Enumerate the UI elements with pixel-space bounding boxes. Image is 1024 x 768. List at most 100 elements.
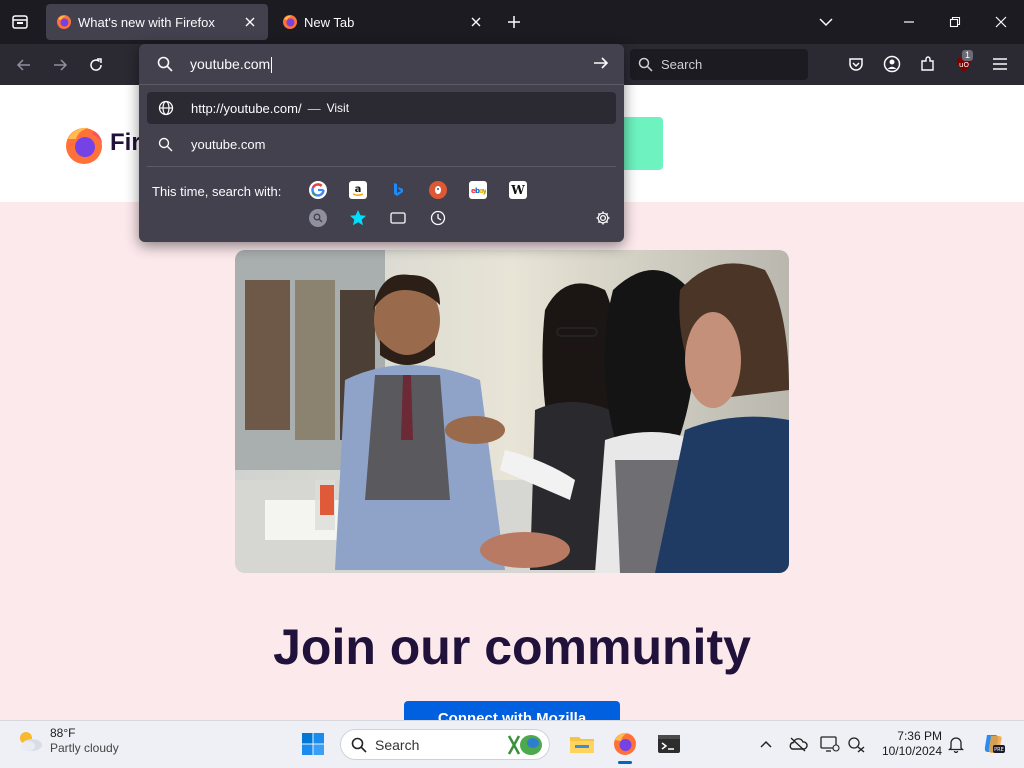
new-tab-button[interactable] [503,11,525,33]
firefox-view-button[interactable] [8,10,32,34]
show-hidden-icons-button[interactable] [756,734,776,754]
bell-icon [948,737,964,753]
result-separator: — [307,100,321,116]
back-arrow-icon [16,59,30,71]
network-disconnected-icon [848,737,865,753]
reload-icon [90,58,102,71]
firefox-favicon-icon [57,15,71,29]
bing-icon[interactable] [389,181,407,199]
firefox-logo-icon[interactable] [64,125,104,165]
search-engine-icon[interactable] [309,209,327,227]
search-icon [638,57,653,72]
back-button[interactable] [11,52,37,78]
close-window-button[interactable] [987,8,1015,36]
active-app-indicator [618,761,632,764]
reload-button[interactable] [83,52,109,78]
minimize-icon [904,21,914,23]
close-tab-icon[interactable] [466,12,486,32]
search-highlight-icon [507,735,542,755]
list-all-tabs-button[interactable] [812,8,840,36]
page-heading: Join our community [273,619,751,675]
extensions-button[interactable] [916,52,940,76]
go-arrow-icon[interactable] [593,55,609,71]
tab-title: New Tab [304,14,355,30]
search-icon [158,137,176,152]
forward-arrow-icon [54,59,68,71]
taskbar-clock[interactable]: 7:36 PM 10/10/2024 [876,729,942,759]
tab-title: What's new with Firefox [78,14,215,30]
notifications-button[interactable] [946,734,966,754]
wikipedia-icon[interactable]: W [509,181,527,199]
start-button[interactable] [300,731,326,757]
community-photo [235,250,789,573]
history-icon[interactable] [429,209,447,227]
terminal-button[interactable] [656,731,682,757]
chevron-down-icon [819,18,833,27]
divider [147,166,616,167]
network-button[interactable] [846,734,866,754]
monitor-icon [820,736,840,752]
copilot-icon: PRE [984,735,1005,753]
firefox-view-icon [12,15,28,29]
search-icon [157,56,173,72]
google-icon[interactable] [309,181,327,199]
forward-button[interactable] [47,52,73,78]
address-bar[interactable]: youtube.com [139,44,624,84]
one-off-search-label: This time, search with: [152,184,282,199]
taskbar-search[interactable]: Search [340,729,550,760]
pocket-button[interactable] [844,52,868,76]
svg-text:y: y [483,187,487,195]
result-search[interactable]: youtube.com [147,128,616,160]
hamburger-menu-icon [993,58,1007,70]
weather-condition: Partly cloudy [50,741,119,755]
search-settings-gear-icon[interactable] [594,209,612,227]
result-url: http://youtube.com/ [191,100,302,116]
account-button[interactable] [880,52,904,76]
svg-text:uO: uO [959,61,969,69]
onedrive-button[interactable] [788,734,808,754]
copilot-button[interactable]: PRE [980,731,1006,757]
close-icon [995,16,1007,28]
account-icon [883,55,901,73]
chevron-up-icon [760,740,772,748]
close-tab-icon[interactable] [240,12,260,32]
display-button[interactable] [820,734,840,754]
result-search-text: youtube.com [191,136,266,152]
taskbar-search-label: Search [375,736,420,753]
result-visit[interactable]: http://youtube.com/ — Visit [147,92,616,124]
amazon-icon[interactable]: a [349,181,367,199]
result-action: Visit [326,101,350,115]
puzzle-icon [921,56,934,71]
ebay-icon[interactable]: ebay [469,181,487,199]
firefox-taskbar-button[interactable] [612,731,638,757]
folder-icon [570,737,594,753]
weather-temp: 88°F [50,726,76,740]
tab-strip: What's new with Firefox New Tab [0,0,1024,44]
svg-text:PRE: PRE [994,747,1004,753]
address-input[interactable]: youtube.com [190,56,273,74]
weather-widget[interactable]: 88°F Partly cloudy [16,726,119,756]
tab-new-tab[interactable]: New Tab [272,4,494,40]
firefox-icon [614,732,636,755]
urlbar-view: youtube.com http://youtube.com/ — Visit … [139,44,624,242]
clock-date: 10/10/2024 [881,744,942,758]
clock-time: 7:36 PM [897,729,942,743]
search-icon [351,737,367,753]
tabs-icon[interactable] [389,209,407,227]
firefox-favicon-icon [283,15,297,29]
app-menu-button[interactable] [988,52,1012,76]
search-placeholder: Search [661,57,703,72]
pocket-icon [849,58,863,71]
bookmarks-icon[interactable] [349,209,367,227]
restore-icon [949,16,961,28]
windows-icon [302,733,324,755]
tab-whats-new[interactable]: What's new with Firefox [46,4,268,40]
globe-icon [158,100,176,116]
minimize-button[interactable] [895,8,923,36]
extension-badge: 1 [962,50,974,61]
restore-button[interactable] [941,8,969,36]
file-explorer-button[interactable] [569,731,595,757]
search-bar[interactable]: Search [630,49,808,80]
duckduckgo-icon[interactable] [429,181,447,199]
svg-text:a: a [355,184,362,195]
